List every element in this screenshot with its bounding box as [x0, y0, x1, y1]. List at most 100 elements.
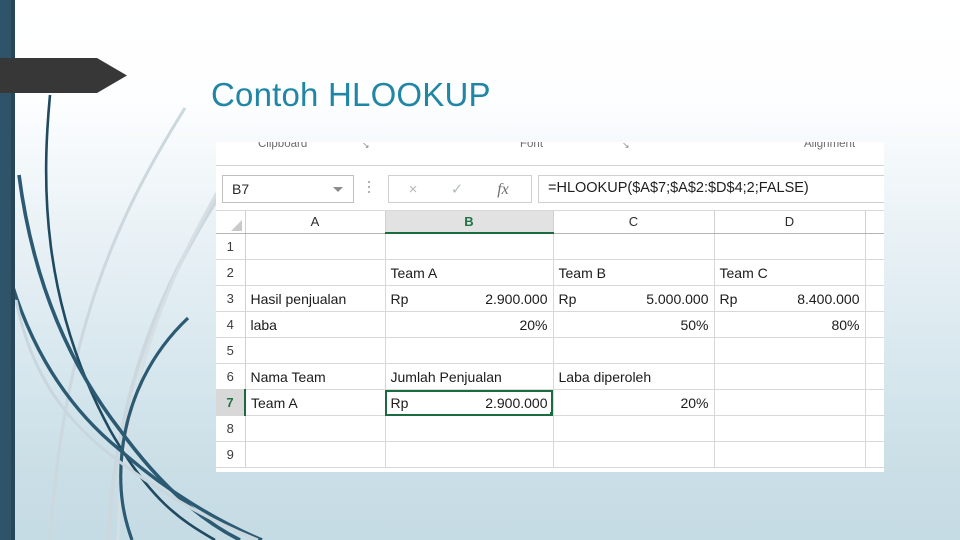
column-header-a[interactable]: A	[245, 211, 386, 234]
column-header-e-partial[interactable]	[865, 211, 884, 234]
row-header-5[interactable]: 5	[216, 337, 246, 364]
row-header-6[interactable]: 6	[216, 363, 246, 390]
cell-E3[interactable]	[865, 285, 884, 312]
cell-D1[interactable]	[714, 233, 866, 260]
cell-D3[interactable]: Rp 8.400.000	[714, 285, 866, 312]
table-row: 8	[216, 415, 884, 442]
column-header-c[interactable]: C	[553, 211, 715, 234]
cell-B9[interactable]	[385, 441, 554, 468]
excel-screenshot: Clipboard ↘ Font ↘ Alignment B7 × ✓ fx =…	[216, 142, 884, 472]
cell-amount: 2.900.000	[485, 290, 548, 307]
page-title: Contoh HLOOKUP	[211, 76, 491, 114]
cell-B8[interactable]	[385, 415, 554, 442]
cell-A6[interactable]: Nama Team	[245, 363, 386, 390]
formula-bar-buttons: × ✓ fx	[388, 175, 532, 203]
row-header-9[interactable]: 9	[216, 441, 246, 468]
stem-dark-2	[17, 174, 241, 540]
cell-D7[interactable]	[714, 389, 866, 416]
table-row: 4 laba 20% 50% 80%	[216, 311, 884, 338]
cell-A3[interactable]: Hasil penjualan	[245, 285, 386, 312]
column-header-b[interactable]: B	[385, 211, 554, 234]
column-header-row: A B C D	[216, 211, 884, 234]
cell-C3[interactable]: Rp 5.000.000	[553, 285, 715, 312]
cell-A7[interactable]: Team A	[245, 389, 386, 416]
cell-B7[interactable]: Rp 2.900.000	[385, 389, 554, 416]
cell-A4[interactable]: laba	[245, 311, 386, 338]
ribbon-group-font-label: Font	[520, 142, 544, 150]
cell-E8[interactable]	[865, 415, 884, 442]
formula-bar: B7 × ✓ fx =HLOOKUP($A$7;$A$2:$D$4;2;FALS…	[216, 166, 884, 211]
name-box[interactable]: B7	[222, 175, 354, 203]
row-header-4[interactable]: 4	[216, 311, 246, 338]
stem-dark-1	[44, 94, 216, 540]
row-header-1[interactable]: 1	[216, 233, 246, 260]
cell-A8[interactable]	[245, 415, 386, 442]
cell-C2[interactable]: Team B	[553, 259, 715, 286]
stem-dark-4	[119, 316, 190, 540]
cell-B1[interactable]	[385, 233, 554, 260]
cell-A1[interactable]	[245, 233, 386, 260]
cell-B5[interactable]	[385, 337, 554, 364]
formula-input[interactable]: =HLOOKUP($A$7;$A$2:$D$4;2;FALSE)	[538, 175, 884, 203]
cell-B4[interactable]: 20%	[385, 311, 554, 338]
cell-D6[interactable]	[714, 363, 866, 390]
stem-light-3	[116, 166, 234, 540]
cell-C9[interactable]	[553, 441, 715, 468]
cell-A2[interactable]	[245, 259, 386, 286]
font-dialog-launcher-icon[interactable]: ↘	[622, 142, 630, 151]
column-header-d[interactable]: D	[714, 211, 866, 234]
cell-E4[interactable]	[865, 311, 884, 338]
cell-D9[interactable]	[714, 441, 866, 468]
select-all-triangle-icon	[230, 219, 242, 231]
cancel-icon[interactable]: ×	[393, 179, 433, 201]
more-options-icon[interactable]	[368, 181, 371, 197]
cell-value: Laba diperoleh	[558, 368, 652, 385]
cell-A5[interactable]	[245, 337, 386, 364]
cell-D5[interactable]	[714, 337, 866, 364]
chevron-down-icon[interactable]	[333, 187, 343, 192]
worksheet-grid[interactable]: A B C D 1 2 Team A Team B Team C 3 Hasil penju…	[216, 211, 884, 472]
cell-value: Jumlah Penjualan	[390, 368, 502, 385]
stem-light-1	[48, 107, 187, 540]
table-row: 1	[216, 233, 884, 260]
confirm-check-icon[interactable]: ✓	[437, 179, 477, 201]
cell-E5[interactable]	[865, 337, 884, 364]
cell-E6[interactable]	[865, 363, 884, 390]
slide-canvas: Contoh HLOOKUP Clipboard ↘ Font ↘ Alignm…	[0, 0, 960, 540]
select-all-corner[interactable]	[216, 211, 246, 234]
ribbon-group-clipboard-label: Clipboard	[258, 142, 308, 150]
cell-value: 50%	[680, 316, 709, 333]
cell-B3[interactable]: Rp 2.900.000	[385, 285, 554, 312]
cell-C6[interactable]: Laba diperoleh	[553, 363, 715, 390]
cell-C5[interactable]	[553, 337, 715, 364]
cell-A9[interactable]	[245, 441, 386, 468]
cell-E9[interactable]	[865, 441, 884, 468]
cell-D8[interactable]	[714, 415, 866, 442]
cell-E7[interactable]	[865, 389, 884, 416]
cell-E2[interactable]	[865, 259, 884, 286]
clipboard-dialog-launcher-icon[interactable]: ↘	[362, 142, 370, 151]
row-header-8[interactable]: 8	[216, 415, 246, 442]
worksheet-rows: 1 2 Team A Team B Team C 3 Hasil penjualan Rp 2.…	[216, 233, 884, 468]
cell-E1[interactable]	[865, 233, 884, 260]
cell-B2[interactable]: Team A	[385, 259, 554, 286]
cell-value: laba	[250, 316, 277, 333]
cell-D2[interactable]: Team C	[714, 259, 866, 286]
table-row: 9	[216, 441, 884, 468]
row-header-3[interactable]: 3	[216, 285, 246, 312]
table-row: 6 Nama Team Jumlah Penjualan Laba diperoleh	[216, 363, 884, 390]
cell-value: Team B	[558, 264, 606, 281]
cell-D4[interactable]: 80%	[714, 311, 866, 338]
table-row: 3 Hasil penjualan Rp 2.900.000 Rp 5.000.000 Rp…	[216, 285, 884, 312]
cell-C7[interactable]: 20%	[553, 389, 715, 416]
cell-C1[interactable]	[553, 233, 715, 260]
cell-C8[interactable]	[553, 415, 715, 442]
row-header-2[interactable]: 2	[216, 259, 246, 286]
row-header-7[interactable]: 7	[216, 389, 246, 416]
insert-function-icon[interactable]: fx	[483, 179, 523, 201]
cell-B6[interactable]: Jumlah Penjualan	[385, 363, 554, 390]
cell-value: Nama Team	[250, 368, 326, 385]
cell-C4[interactable]: 50%	[553, 311, 715, 338]
arrow-banner-shape	[0, 58, 127, 93]
fill-handle[interactable]	[549, 412, 552, 415]
